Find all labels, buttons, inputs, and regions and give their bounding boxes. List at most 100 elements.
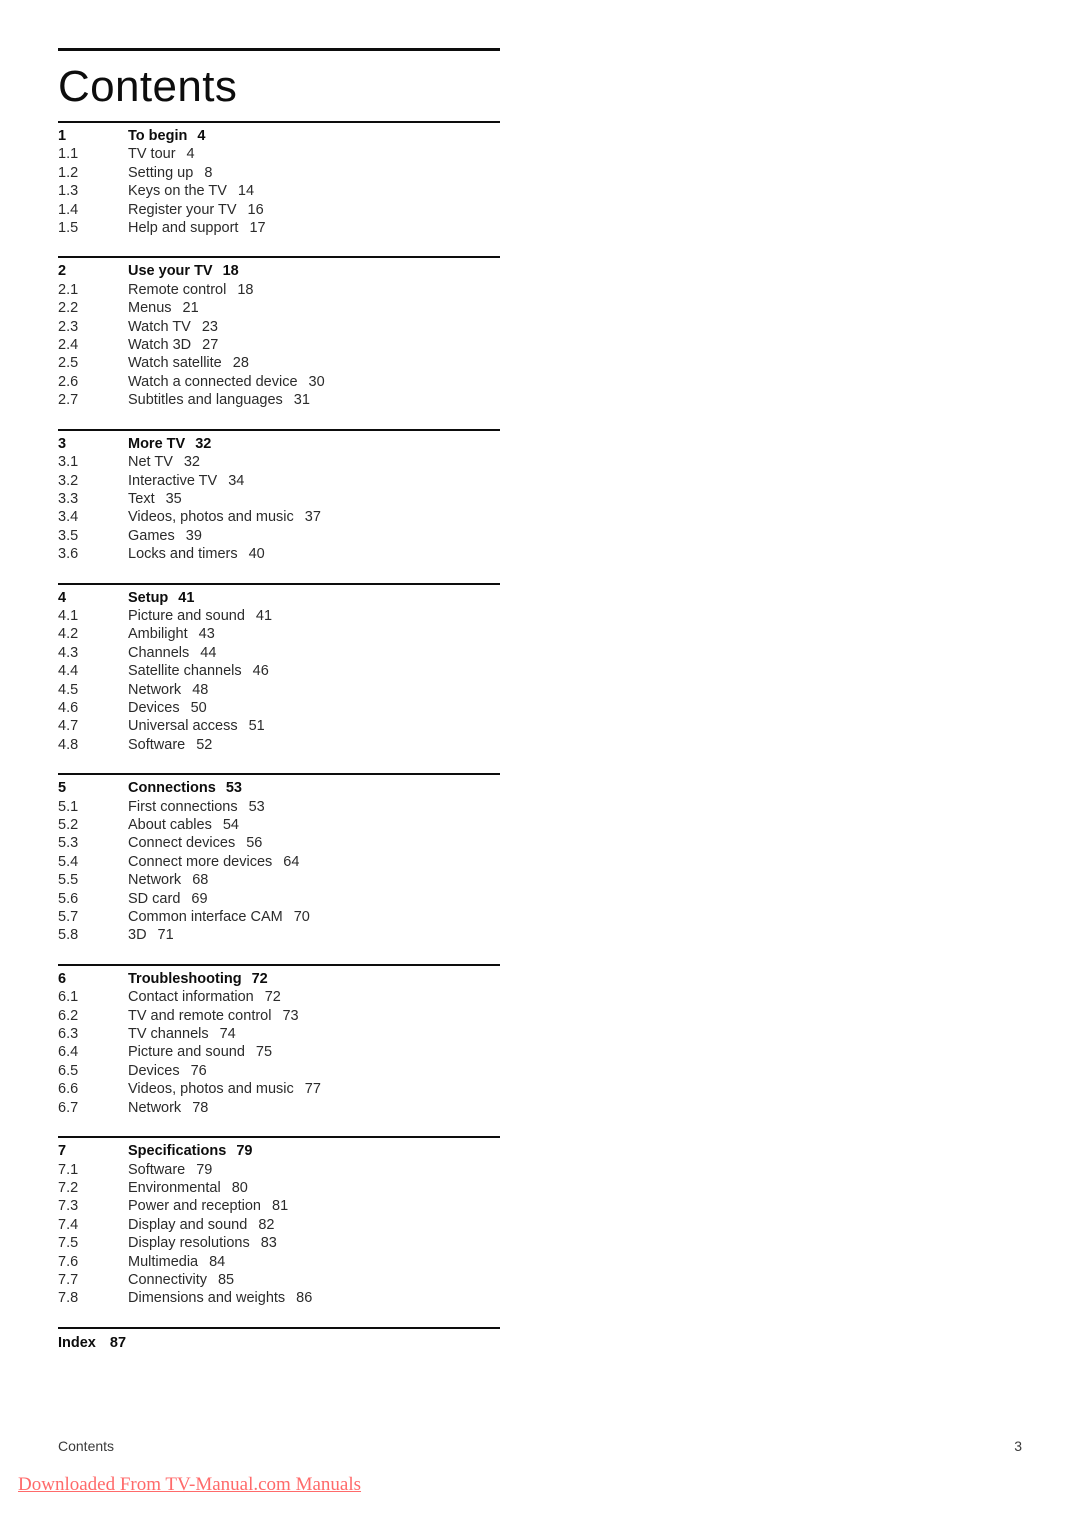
entry-number: 7.8 <box>58 1290 79 1307</box>
entry-title: Watch 3D <box>128 337 192 354</box>
toc-entry[interactable]: 4.3 Channels 44 <box>58 644 500 662</box>
entry-title: Satellite channels <box>128 663 242 680</box>
toc-entry[interactable]: 7.2 Environmental 80 <box>58 1179 500 1197</box>
entry-number: 4.7 <box>58 718 79 735</box>
toc-entry[interactable]: 7.7 Connectivity 85 <box>58 1271 500 1289</box>
toc-entry[interactable]: 1.2 Setting up 8 <box>58 164 500 182</box>
entry-title: First connections <box>128 798 238 815</box>
toc-entry[interactable]: 4.7 Universal access 51 <box>58 717 500 735</box>
toc-entry[interactable]: 2.5 Watch satellite 28 <box>58 354 500 372</box>
toc-section-header[interactable]: 1 To begin 4 <box>58 127 500 145</box>
toc-entry[interactable]: 2.1 Remote control 18 <box>58 281 500 299</box>
entry-page-number: 71 <box>157 927 174 944</box>
entry-title: Network <box>128 681 182 698</box>
section-number: 1 <box>58 128 67 144</box>
toc-entry[interactable]: 6.1 Contact information 72 <box>58 988 500 1006</box>
toc-section: 6 Troubleshooting 72 6.1 Contact information… <box>58 966 500 1117</box>
toc-entry[interactable]: 1.3 Keys on the TV 14 <box>58 182 500 200</box>
toc-entry[interactable]: 3.5 Games 39 <box>58 527 500 545</box>
toc-entry[interactable]: 3.3 Text 35 <box>58 490 500 508</box>
entry-title: Contact information <box>128 989 254 1006</box>
section-number: 3 <box>58 435 67 452</box>
toc-entry[interactable]: 3.4 Videos, photos and music 37 <box>58 508 500 526</box>
toc-entry[interactable]: 1.1 TV tour 4 <box>58 145 500 163</box>
entry-title: Connectivity <box>128 1271 207 1288</box>
toc-entry[interactable]: 7.3 Power and reception 81 <box>58 1197 500 1215</box>
entry-title: Devices <box>128 1062 180 1079</box>
toc-section-header[interactable]: 2 Use your TV 18 <box>58 262 500 280</box>
entry-page-number: 69 <box>191 890 208 907</box>
toc-section-header[interactable]: 3 More TV 32 <box>58 435 500 453</box>
entry-page-number: 64 <box>283 853 300 870</box>
toc-entry[interactable]: 4.4 Satellite channels 46 <box>58 662 500 680</box>
toc-entry[interactable]: 6.5 Devices 76 <box>58 1062 500 1080</box>
toc-entry[interactable]: 4.8 Software 52 <box>58 736 500 754</box>
toc-entry[interactable]: 7.4 Display and sound 82 <box>58 1216 500 1234</box>
toc-entry[interactable]: 6.2 TV and remote control 73 <box>58 1007 500 1025</box>
toc-entry[interactable]: 7.1 Software 79 <box>58 1161 500 1179</box>
entry-title: Games <box>128 527 175 544</box>
toc-entry[interactable]: 2.2 Menus 21 <box>58 299 500 317</box>
toc-section-header[interactable]: 6 Troubleshooting 72 <box>58 970 500 988</box>
section-title: Specifications <box>128 1143 227 1160</box>
entry-page-number: 23 <box>201 318 218 335</box>
toc-entry[interactable]: 4.6 Devices 50 <box>58 699 500 717</box>
toc-entry[interactable]: 5.8 3D 71 <box>58 926 500 944</box>
toc-entry[interactable]: 5.2 About cables 54 <box>58 816 500 834</box>
toc-entry[interactable]: 7.5 Display resolutions 83 <box>58 1234 500 1252</box>
entry-number: 2.6 <box>58 373 79 390</box>
download-watermark[interactable]: Downloaded From TV-Manual.com Manuals <box>18 1474 361 1496</box>
entry-number: 5.5 <box>58 872 79 889</box>
toc-section-header[interactable]: 4 Setup 41 <box>58 589 500 607</box>
toc-entry[interactable]: 7.6 Multimedia 84 <box>58 1253 500 1271</box>
toc-entry[interactable]: 4.5 Network 48 <box>58 681 500 699</box>
toc-entry[interactable]: 1.4 Register your TV 16 <box>58 201 500 219</box>
table-of-contents: Contents 1 To begin 4 1.1 TV tour 4 1.2 Setting… <box>58 48 500 1352</box>
entry-number: 5.6 <box>58 890 79 907</box>
page-title: Contents <box>58 62 238 111</box>
document-page: Contents 1 To begin 4 1.1 TV tour 4 1.2 Setting… <box>0 0 1080 1528</box>
entry-number: 5.4 <box>58 853 79 870</box>
entry-title: Menus <box>128 300 172 317</box>
toc-entry[interactable]: 6.6 Videos, photos and music 77 <box>58 1080 500 1098</box>
entry-title: Picture and sound <box>128 1044 245 1061</box>
entry-title: Multimedia <box>128 1253 199 1270</box>
toc-entry[interactable]: 6.7 Network 78 <box>58 1099 500 1117</box>
entry-page-number: 73 <box>282 1007 299 1024</box>
toc-section-rows: 3 More TV 32 3.1 Net TV 32 3.2 Interactive TV 34… <box>58 431 500 564</box>
entry-page-number: 8 <box>204 164 213 181</box>
entry-title: SD card <box>128 890 181 907</box>
toc-entry[interactable]: 3.2 Interactive TV 34 <box>58 472 500 490</box>
toc-entry[interactable]: 4.1 Picture and sound 41 <box>58 607 500 625</box>
entry-number: 1.3 <box>58 183 79 200</box>
toc-entry[interactable]: 7.8 Dimensions and weights 86 <box>58 1289 500 1307</box>
toc-section-header[interactable]: 5 Connections 53 <box>58 779 500 797</box>
toc-entry[interactable]: 6.3 TV channels 74 <box>58 1025 500 1043</box>
toc-entry[interactable]: 5.1 First connections 53 <box>58 798 500 816</box>
entry-title: TV and remote control <box>128 1007 272 1024</box>
toc-entry[interactable]: 4.2 Ambilight 43 <box>58 625 500 643</box>
toc-entry[interactable]: 1.5 Help and support 17 <box>58 219 500 237</box>
toc-entry[interactable]: 2.7 Subtitles and languages 31 <box>58 391 500 409</box>
toc-entry[interactable]: 5.5 Network 68 <box>58 871 500 889</box>
toc-entry[interactable]: 5.7 Common interface CAM 70 <box>58 908 500 926</box>
entry-title: Software <box>128 1161 186 1178</box>
toc-entry[interactable]: 2.4 Watch 3D 27 <box>58 336 500 354</box>
toc-entry[interactable]: 5.6 SD card 69 <box>58 890 500 908</box>
toc-entry[interactable]: 5.3 Connect devices 56 <box>58 834 500 852</box>
toc-entry[interactable]: 2.6 Watch a connected device 30 <box>58 373 500 391</box>
entry-number: 7.7 <box>58 1271 79 1288</box>
entry-number: 6.4 <box>58 1044 79 1061</box>
toc-entry[interactable]: 3.1 Net TV 32 <box>58 453 500 471</box>
toc-section: 2 Use your TV 18 2.1 Remote control 18 2.2 Menu… <box>58 258 500 409</box>
toc-entry[interactable]: 2.3 Watch TV 23 <box>58 318 500 336</box>
toc-entry-index[interactable]: Index 87 <box>58 1329 500 1352</box>
toc-entry[interactable]: 5.4 Connect more devices 64 <box>58 853 500 871</box>
toc-section-rows: 1 To begin 4 1.1 TV tour 4 1.2 Setting up 8 1.3 Ke… <box>58 123 500 237</box>
toc-section-header[interactable]: 7 Specifications 79 <box>58 1142 500 1160</box>
toc-entry[interactable]: 3.6 Locks and timers 40 <box>58 545 500 563</box>
entry-number: 4.6 <box>58 699 79 716</box>
entry-page-number: 48 <box>192 681 209 698</box>
toc-entry[interactable]: 6.4 Picture and sound 75 <box>58 1043 500 1061</box>
